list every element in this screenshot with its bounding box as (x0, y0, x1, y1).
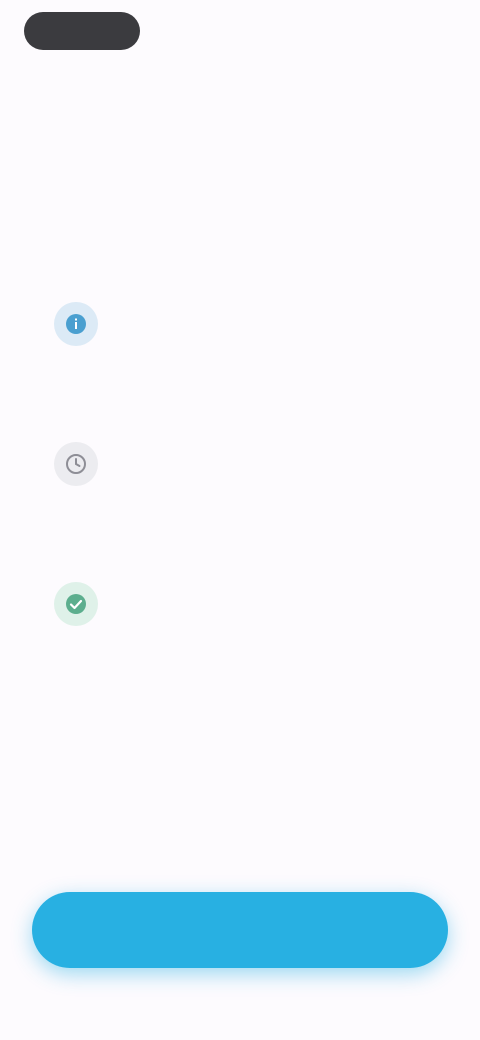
status-bar-time (24, 12, 140, 50)
info-icon (54, 302, 98, 346)
feature-item (48, 296, 428, 406)
clock-icon (54, 442, 98, 486)
feature-item (48, 436, 428, 546)
back-link[interactable] (0, 60, 480, 84)
continue-button[interactable] (32, 892, 448, 968)
feature-item (48, 576, 428, 686)
check-icon (54, 582, 98, 626)
onboarding-screen (0, 0, 480, 1040)
